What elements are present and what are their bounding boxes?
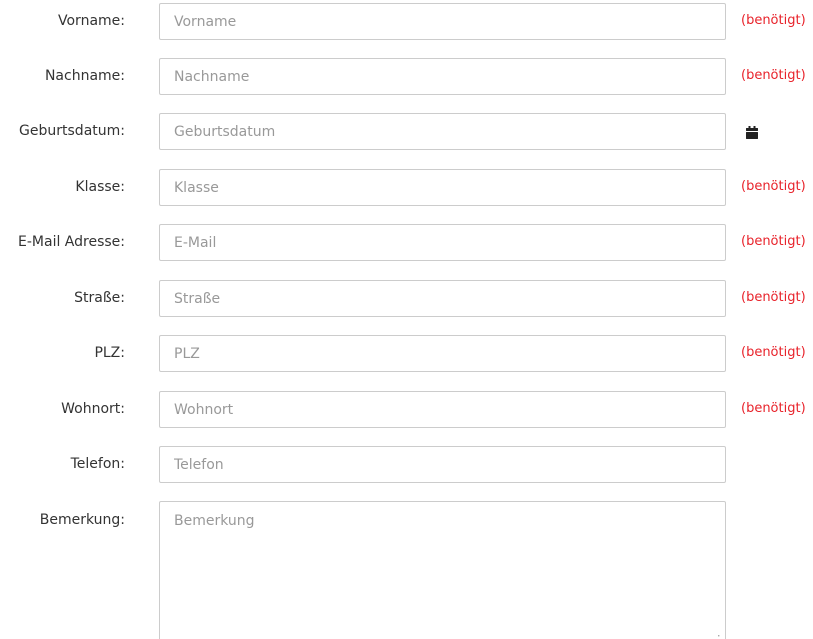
email-input[interactable] [159,224,726,261]
plz-input[interactable] [159,335,726,372]
klasse-input[interactable] [159,169,726,206]
email-required-hint: (benötigt) [741,234,806,249]
geburtsdatum-label: Geburtsdatum: [19,123,125,139]
calendar-icon[interactable] [746,124,758,143]
nachname-input[interactable] [159,58,726,95]
vorname-input[interactable] [159,3,726,40]
bemerkung-textarea[interactable] [159,501,726,639]
resize-grip-graphic [718,635,720,637]
resize-grip-icon[interactable] [713,627,721,639]
vorname-required-hint: (benötigt) [741,13,806,28]
strasse-required-hint: (benötigt) [741,290,806,305]
bemerkung-label: Bemerkung: [39,512,125,528]
strasse-label: Straße: [74,290,125,306]
registration-form: Vorname: (benötigt) Nachname: (benötigt)… [0,0,813,639]
strasse-input[interactable] [159,280,726,317]
klasse-required-hint: (benötigt) [741,179,806,194]
vorname-label: Vorname: [58,13,125,29]
nachname-required-hint: (benötigt) [741,68,806,83]
wohnort-label: Wohnort: [61,401,125,417]
wohnort-input[interactable] [159,391,726,428]
telefon-label: Telefon: [70,456,125,472]
wohnort-required-hint: (benötigt) [741,401,806,416]
geburtsdatum-input[interactable] [159,113,726,150]
email-label: E-Mail Adresse: [18,234,125,250]
plz-label: PLZ: [94,345,125,361]
telefon-input[interactable] [159,446,726,483]
calendar-icon-graphic [746,126,758,139]
plz-required-hint: (benötigt) [741,345,806,360]
nachname-label: Nachname: [44,68,125,84]
klasse-label: Klasse: [75,179,125,195]
